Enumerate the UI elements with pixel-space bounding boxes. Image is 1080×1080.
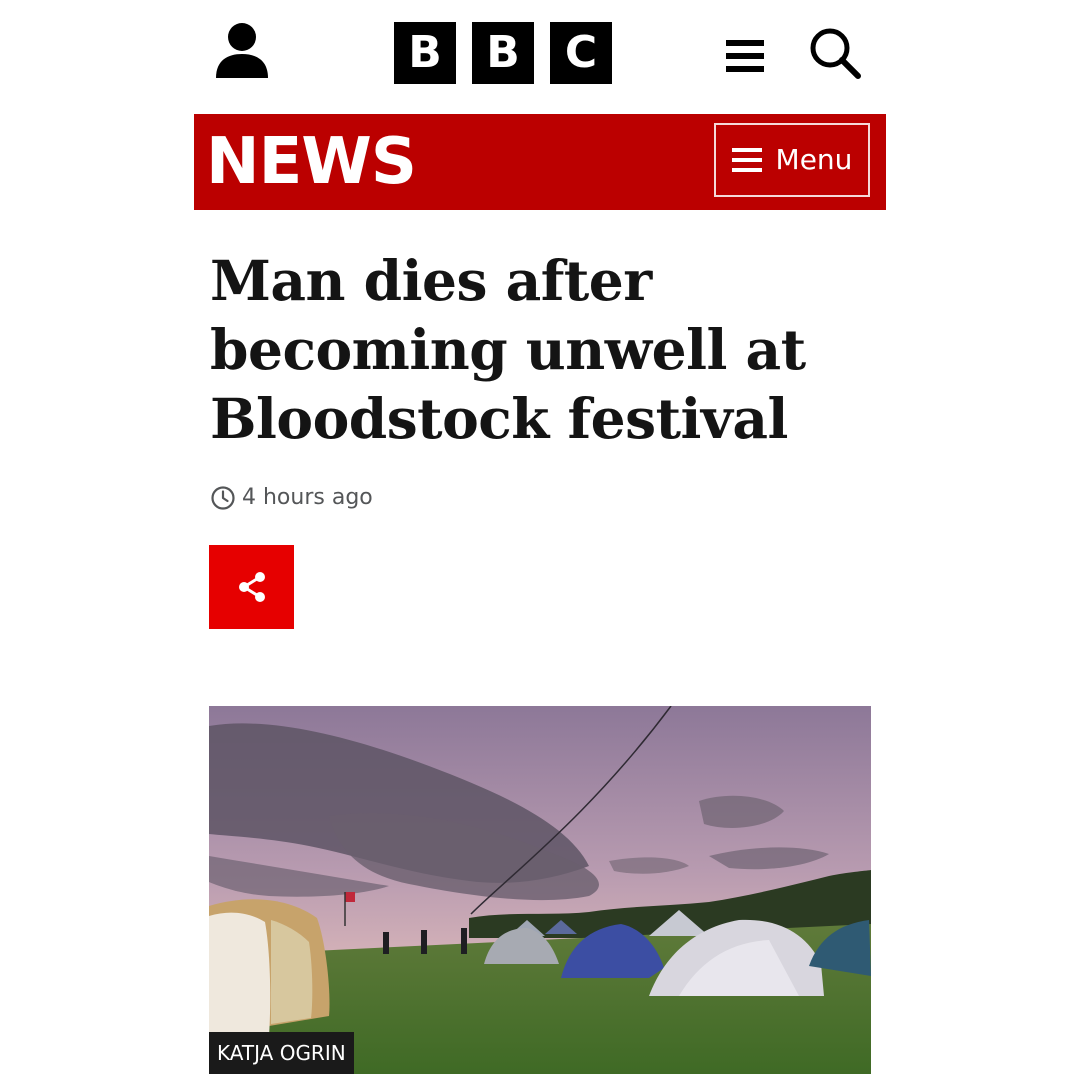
bbc-logo-letter: C bbox=[550, 22, 612, 84]
news-section-title[interactable]: NEWS bbox=[206, 126, 417, 198]
article-timestamp: 4 hours ago bbox=[210, 482, 373, 514]
share-icon bbox=[238, 572, 265, 602]
search-button[interactable] bbox=[808, 26, 866, 84]
account-button[interactable] bbox=[214, 20, 274, 84]
hamburger-icon bbox=[731, 147, 762, 173]
navigation-menu-button[interactable] bbox=[724, 34, 768, 78]
bbc-logo-letter: B bbox=[394, 22, 456, 84]
share-button[interactable] bbox=[209, 545, 294, 629]
festival-campsite-photo bbox=[209, 706, 871, 1074]
timestamp-text: 4 hours ago bbox=[242, 485, 373, 510]
article-headline: Man dies after becoming unwell at Bloods… bbox=[210, 248, 806, 451]
clock-icon bbox=[211, 486, 235, 510]
hero-image: KATJA OGRIN bbox=[209, 706, 871, 1074]
news-menu-button[interactable]: Menu bbox=[714, 123, 870, 197]
account-icon bbox=[216, 23, 268, 78]
hamburger-icon bbox=[726, 40, 764, 72]
bbc-logo[interactable]: B B C bbox=[394, 22, 612, 84]
top-bar: B B C bbox=[194, 0, 886, 110]
photo-credit: KATJA OGRIN bbox=[209, 1032, 354, 1074]
menu-label: Menu bbox=[775, 143, 853, 176]
news-banner: NEWS Menu bbox=[194, 114, 886, 210]
search-icon bbox=[810, 28, 861, 79]
bbc-logo-letter: B bbox=[472, 22, 534, 84]
